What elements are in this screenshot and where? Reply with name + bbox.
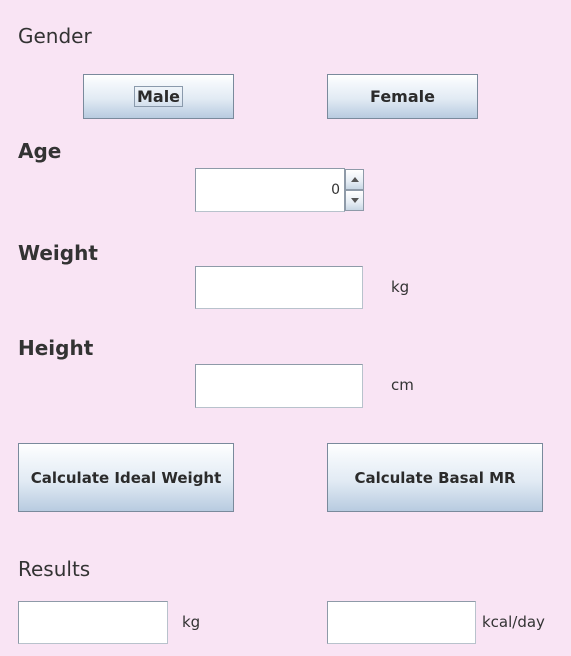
female-button[interactable]: Female [327,74,478,119]
male-button-label: Male [133,85,184,108]
result-weight-field[interactable] [18,601,168,644]
age-spinner[interactable]: 0 [195,168,364,212]
gender-label: Gender [18,24,92,48]
arrow-down-icon [350,198,359,203]
age-increment-button[interactable] [345,169,364,190]
age-spinner-input[interactable]: 0 [195,168,345,212]
male-button[interactable]: Male [83,74,234,119]
calculate-ideal-weight-label: Calculate Ideal Weight [30,468,222,487]
height-input[interactable] [195,364,363,408]
arrow-up-icon [350,177,359,182]
calculate-ideal-weight-button[interactable]: Calculate Ideal Weight [18,443,234,512]
calculate-basal-mr-label: Calculate Basal MR [354,468,516,487]
weight-input[interactable] [195,266,363,309]
age-decrement-button[interactable] [345,190,364,211]
age-label: Age [18,139,62,163]
result-bmr-unit: kcal/day [482,613,545,631]
result-weight-unit: kg [182,613,201,631]
results-label: Results [18,557,91,581]
female-button-label: Female [370,87,435,106]
age-value: 0 [331,182,340,198]
height-label: Height [18,336,94,360]
result-bmr-field[interactable] [327,601,476,644]
calculate-basal-mr-button[interactable]: Calculate Basal MR [327,443,543,512]
weight-label: Weight [18,241,98,265]
weight-unit: kg [391,278,410,296]
height-unit: cm [391,376,414,394]
